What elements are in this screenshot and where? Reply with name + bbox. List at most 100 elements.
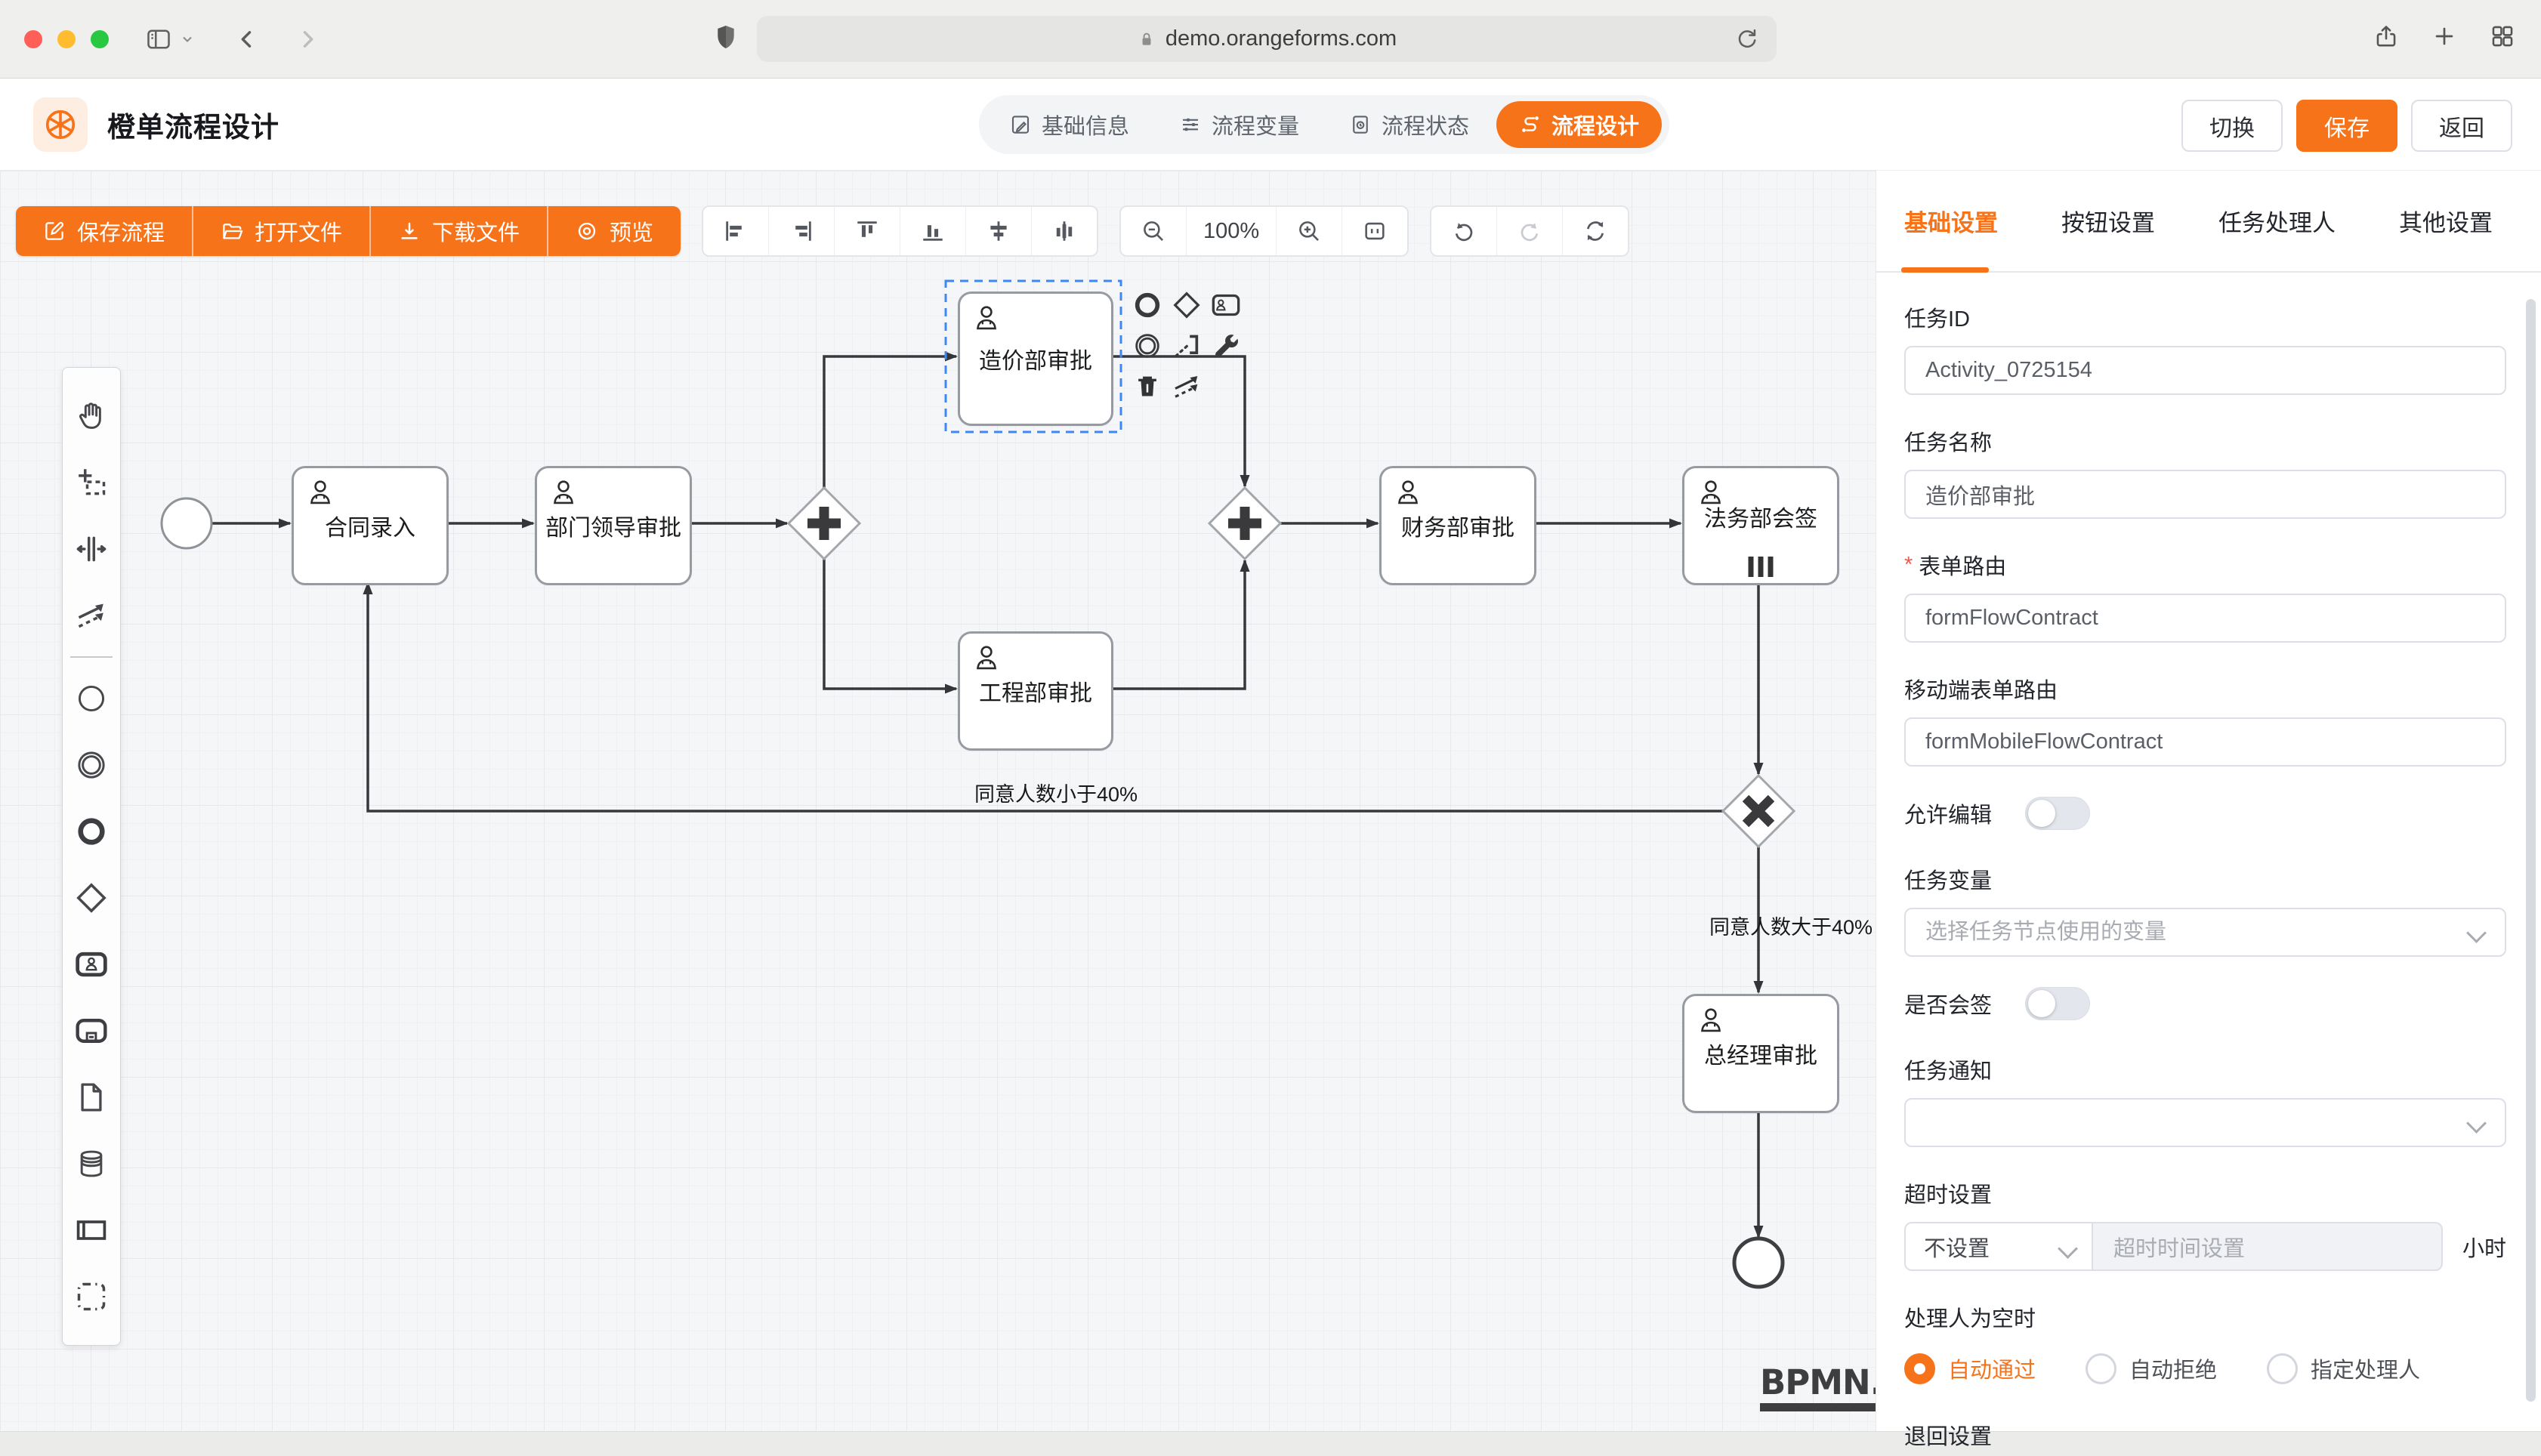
end-event[interactable] bbox=[1734, 1239, 1783, 1287]
exclusive-gateway[interactable] bbox=[1723, 776, 1794, 847]
tab-button-settings[interactable]: 按钮设置 bbox=[2061, 204, 2155, 238]
task-contract-entry[interactable]: 合同录入 bbox=[292, 466, 449, 585]
mobile-form-route-input[interactable] bbox=[1904, 717, 2506, 767]
minimize-window-button[interactable] bbox=[57, 30, 76, 48]
lasso-tool-icon[interactable] bbox=[63, 449, 120, 516]
parallel-gateway-1[interactable] bbox=[789, 488, 860, 559]
zoom-level-display[interactable]: 100% bbox=[1187, 207, 1277, 255]
reload-icon[interactable] bbox=[1734, 26, 1760, 52]
append-task-icon[interactable] bbox=[1209, 288, 1243, 322]
sidebar-toggle-icon[interactable] bbox=[145, 26, 172, 53]
timeout-value-input[interactable]: 超时时间设置 bbox=[2093, 1222, 2443, 1271]
radio-auto-reject[interactable]: 自动拒绝 bbox=[2086, 1353, 2217, 1384]
task-name-input[interactable] bbox=[1904, 470, 2506, 519]
align-center-horizontal-icon[interactable] bbox=[966, 207, 1032, 255]
radio-assign-handler[interactable]: 指定处理人 bbox=[2267, 1353, 2420, 1384]
append-end-event-icon[interactable] bbox=[1131, 288, 1164, 322]
redo-icon[interactable] bbox=[1497, 207, 1563, 255]
close-window-button[interactable] bbox=[24, 30, 42, 48]
forward-icon[interactable] bbox=[295, 26, 320, 52]
tab-basic-settings[interactable]: 基础设置 bbox=[1904, 204, 1998, 238]
edge-label-lt40[interactable]: 同意人数小于40% bbox=[974, 778, 1138, 807]
task-id-input[interactable] bbox=[1904, 346, 2506, 395]
create-gateway-icon[interactable] bbox=[63, 865, 120, 931]
save-flow-button[interactable]: 保存流程 bbox=[16, 206, 193, 256]
align-center-vertical-icon[interactable] bbox=[1032, 207, 1097, 255]
tab-overview-icon[interactable] bbox=[2490, 23, 2515, 49]
zoom-out-icon[interactable] bbox=[1121, 207, 1187, 255]
align-bottom-icon[interactable] bbox=[900, 207, 966, 255]
bpmn-io-watermark[interactable]: BPMN.iO bbox=[1760, 1362, 1876, 1411]
connect-tool-icon[interactable] bbox=[1170, 370, 1203, 403]
task-legal-dept-countersign[interactable]: 法务部会签 bbox=[1682, 466, 1839, 585]
align-right-icon[interactable] bbox=[769, 207, 835, 255]
tab-basic-info[interactable]: 基础信息 bbox=[986, 101, 1152, 148]
create-user-task-icon[interactable] bbox=[63, 931, 120, 998]
global-connect-tool-icon[interactable] bbox=[63, 582, 120, 649]
task-finance-dept[interactable]: 财务部审批 bbox=[1379, 466, 1536, 585]
create-subprocess-icon[interactable] bbox=[63, 998, 120, 1064]
edge-gateway1-to-cost[interactable] bbox=[824, 356, 956, 488]
task-variable-select[interactable] bbox=[1904, 908, 2506, 957]
task-dept-leader[interactable]: 部门领导审批 bbox=[535, 466, 692, 585]
switch-button[interactable]: 切换 bbox=[2181, 100, 2283, 152]
bpmn-canvas[interactable]: 合同录入 部门领导审批 造价部审批 工程部审批 财务部审批 法务部会签 bbox=[0, 171, 1876, 1431]
create-data-object-icon[interactable] bbox=[63, 1064, 120, 1131]
tab-flow-variables[interactable]: 流程变量 bbox=[1156, 101, 1322, 148]
preview-button[interactable]: 预览 bbox=[548, 206, 681, 256]
edge-label-gt40[interactable]: 同意人数大于40% bbox=[1709, 911, 1873, 940]
countersign-toggle[interactable] bbox=[2025, 987, 2090, 1020]
tab-flow-status[interactable]: 流程状态 bbox=[1326, 101, 1492, 148]
form-route-input[interactable] bbox=[1904, 594, 2506, 643]
delete-trash-icon[interactable] bbox=[1131, 370, 1164, 403]
create-start-event-icon[interactable] bbox=[63, 665, 120, 732]
fit-viewport-icon[interactable] bbox=[1342, 207, 1407, 255]
timeout-mode-select[interactable]: 不设置 bbox=[1904, 1222, 2093, 1271]
share-icon[interactable] bbox=[2373, 23, 2399, 50]
sidebar-chevron-icon[interactable] bbox=[180, 32, 195, 47]
save-button[interactable]: 保存 bbox=[2296, 100, 2397, 152]
append-intermediate-event-icon[interactable] bbox=[1131, 329, 1164, 362]
change-type-wrench-icon[interactable] bbox=[1209, 329, 1243, 362]
task-cost-dept-selected[interactable]: 造价部审批 bbox=[958, 292, 1113, 426]
element-palette bbox=[62, 367, 121, 1346]
align-top-icon[interactable] bbox=[835, 207, 900, 255]
address-bar[interactable]: demo.orangeforms.com bbox=[757, 16, 1777, 62]
tab-other-settings[interactable]: 其他设置 bbox=[2399, 204, 2493, 238]
tab-task-assignee[interactable]: 任务处理人 bbox=[2218, 204, 2336, 238]
radio-auto-pass[interactable]: 自动通过 bbox=[1904, 1353, 2036, 1384]
app-header: 橙单流程设计 基础信息 流程变量 流程状态 bbox=[0, 79, 2541, 171]
zoom-in-icon[interactable] bbox=[1277, 207, 1342, 255]
create-participant-icon[interactable] bbox=[63, 1197, 120, 1263]
zoom-window-button[interactable] bbox=[91, 30, 109, 48]
reset-icon[interactable] bbox=[1563, 207, 1628, 255]
create-group-icon[interactable] bbox=[63, 1263, 120, 1330]
download-file-button[interactable]: 下载文件 bbox=[371, 206, 548, 256]
create-data-store-icon[interactable] bbox=[63, 1131, 120, 1197]
append-gateway-icon[interactable] bbox=[1170, 288, 1203, 322]
undo-icon[interactable] bbox=[1431, 207, 1497, 255]
space-tool-icon[interactable] bbox=[63, 516, 120, 582]
append-text-annotation-icon[interactable] bbox=[1170, 329, 1203, 362]
task-notify-select[interactable] bbox=[1904, 1098, 2506, 1147]
create-intermediate-event-icon[interactable] bbox=[63, 732, 120, 798]
tab-flow-design[interactable]: 流程设计 bbox=[1496, 101, 1662, 148]
start-event[interactable] bbox=[162, 498, 211, 548]
task-general-manager[interactable]: 总经理审批 bbox=[1682, 994, 1839, 1113]
back-button[interactable]: 返回 bbox=[2411, 100, 2512, 152]
task-engineering-dept[interactable]: 工程部审批 bbox=[958, 631, 1113, 751]
create-end-event-icon[interactable] bbox=[63, 798, 120, 865]
privacy-shield-icon[interactable] bbox=[714, 23, 738, 53]
edge-gateway1-to-engineering[interactable] bbox=[824, 559, 956, 689]
panel-scrollbar[interactable] bbox=[2526, 299, 2536, 1402]
active-tab-indicator bbox=[1901, 267, 1989, 273]
context-pad bbox=[1131, 288, 1244, 406]
open-file-button[interactable]: 打开文件 bbox=[193, 206, 371, 256]
allow-edit-toggle[interactable] bbox=[2025, 797, 2090, 830]
new-tab-icon[interactable] bbox=[2432, 24, 2456, 48]
parallel-gateway-2[interactable] bbox=[1209, 488, 1280, 559]
hand-tool-icon[interactable] bbox=[63, 383, 120, 449]
edge-engineering-to-gateway2[interactable] bbox=[1111, 560, 1245, 689]
align-left-icon[interactable] bbox=[703, 207, 769, 255]
back-icon[interactable] bbox=[234, 26, 260, 52]
